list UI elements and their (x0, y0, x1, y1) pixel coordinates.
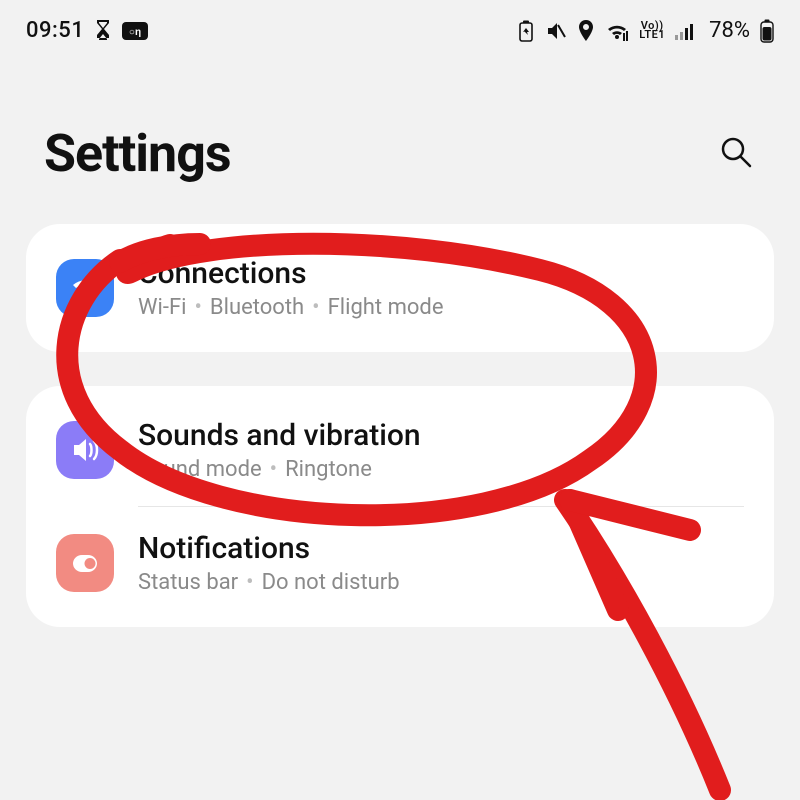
notification-tile-icon (56, 534, 114, 592)
sub-item: Do not disturb (262, 570, 400, 595)
row-subtitle: Wi-Fi•Bluetooth•Flight mode (138, 295, 444, 320)
settings-card-connections: Connections Wi-Fi•Bluetooth•Flight mode (26, 224, 774, 352)
sub-item: Wi-Fi (138, 295, 186, 320)
page-title: Settings (44, 123, 231, 184)
sub-item: Status bar (138, 570, 238, 595)
row-subtitle: Sound mode•Ringtone (138, 457, 421, 482)
speaker-tile-icon (56, 421, 114, 479)
row-subtitle: Status bar•Do not disturb (138, 570, 400, 595)
hourglass-icon (94, 20, 112, 42)
mute-icon (545, 20, 567, 42)
sub-item: Flight mode (328, 295, 444, 320)
row-title: Notifications (138, 531, 400, 566)
settings-card-sound-notif: Sounds and vibration Sound mode•Ringtone… (26, 386, 774, 627)
battery-icon (760, 19, 774, 43)
row-title: Sounds and vibration (138, 418, 421, 453)
volte-indicator: Vo)) LTE1 (639, 22, 665, 40)
search-button[interactable] (716, 134, 756, 174)
wifi-icon (605, 21, 629, 41)
location-icon (577, 20, 595, 42)
row-title: Connections (138, 256, 444, 291)
status-clock: 09:51 (26, 18, 84, 43)
settings-row-connections[interactable]: Connections Wi-Fi•Bluetooth•Flight mode (26, 232, 774, 344)
row-text: Connections Wi-Fi•Bluetooth•Flight mode (138, 256, 444, 320)
battery-percent: 78% (709, 18, 750, 43)
svg-text:○η: ○η (129, 27, 141, 38)
captions-icon: ○η (122, 22, 148, 40)
settings-row-sounds[interactable]: Sounds and vibration Sound mode•Ringtone (26, 394, 774, 506)
status-bar: 09:51 ○η Vo)) LTE1 78% (0, 0, 800, 53)
status-bar-left: 09:51 ○η (26, 18, 148, 43)
row-text: Sounds and vibration Sound mode•Ringtone (138, 418, 421, 482)
sub-item: Ringtone (285, 457, 372, 482)
settings-row-notifications[interactable]: Notifications Status bar•Do not disturb (26, 507, 774, 619)
search-icon (719, 135, 753, 172)
settings-header: Settings (0, 53, 800, 224)
signal-icon (675, 22, 697, 40)
row-text: Notifications Status bar•Do not disturb (138, 531, 400, 595)
wifi-tile-icon (56, 259, 114, 317)
recycle-battery-icon (517, 20, 535, 42)
status-bar-right: Vo)) LTE1 78% (517, 18, 774, 43)
sub-item: Bluetooth (210, 295, 304, 320)
sub-item: Sound mode (138, 457, 262, 482)
volte-bottom: LTE1 (639, 31, 665, 40)
